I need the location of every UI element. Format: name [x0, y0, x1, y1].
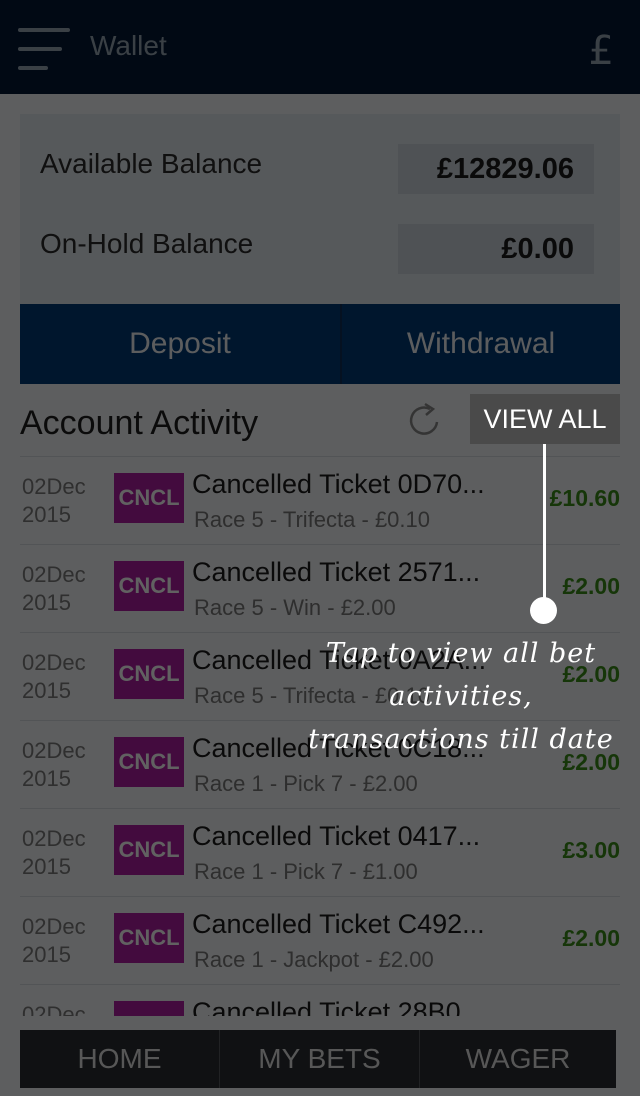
- activity-row[interactable]: 02Dec 2015 CNCL Cancelled Ticket C492... Rac…: [20, 896, 620, 985]
- row-date: 02Dec 2015: [22, 561, 112, 617]
- activity-row[interactable]: 02Dec 2015 CNCL Cancelled Ticket 2571... Rac…: [20, 544, 620, 633]
- row-amount: £2.00: [562, 925, 620, 951]
- onhold-balance-label: On-Hold Balance: [40, 228, 254, 259]
- row-subtitle: Race 1 - Pick 7 - £2.00: [194, 771, 418, 796]
- status-badge: CNCL: [114, 825, 184, 875]
- row-title: Cancelled Ticket 0D70...: [192, 469, 485, 499]
- row-date-year: 2015: [22, 590, 71, 615]
- available-balance-label: Available Balance: [40, 148, 263, 179]
- nav-wager[interactable]: WAGER: [420, 1030, 616, 1088]
- currency-pound-icon[interactable]: £: [589, 28, 614, 74]
- row-date-day: 02Dec: [22, 650, 86, 675]
- refresh-icon[interactable]: [404, 400, 444, 440]
- row-subtitle: Race 5 - Trifecta - £0.10: [194, 507, 430, 532]
- row-date-day: 02Dec: [22, 826, 86, 851]
- withdrawal-button[interactable]: Withdrawal: [342, 304, 620, 384]
- status-badge: CNCL: [114, 561, 184, 611]
- row-subtitle: Race 1 - Jackpot - £2.00: [194, 947, 434, 972]
- coach-mark-dot: [530, 597, 557, 624]
- row-date: 02Dec 2015: [22, 737, 112, 793]
- coach-mark-line-3: transactions till date: [308, 724, 614, 755]
- row-date-day: 02Dec: [22, 914, 86, 939]
- row-date: 02Dec 2015: [22, 649, 112, 705]
- activity-row[interactable]: 02Dec Cancelled Ticket 28B0: [20, 984, 620, 1016]
- status-badge: CNCL: [114, 913, 184, 963]
- row-date-year: 2015: [22, 502, 71, 527]
- row-date-day: 02Dec: [22, 1002, 86, 1016]
- deposit-button[interactable]: Deposit: [20, 304, 340, 384]
- row-amount: £10.60: [549, 485, 620, 511]
- nav-my-bets[interactable]: MY BETS: [220, 1030, 419, 1088]
- hamburger-menu-icon[interactable]: [18, 28, 70, 70]
- status-badge: [114, 1001, 184, 1016]
- view-all-highlight[interactable]: VIEW ALL: [470, 394, 620, 444]
- status-badge: CNCL: [114, 473, 184, 523]
- row-date: 02Dec 2015: [22, 473, 112, 529]
- row-title: Cancelled Ticket 28B0: [192, 997, 461, 1016]
- balance-card: Available Balance £12829.06 On-Hold Bala…: [20, 114, 620, 304]
- row-date-year: 2015: [22, 766, 71, 791]
- status-badge: CNCL: [114, 649, 184, 699]
- onhold-balance-value: £0.00: [398, 224, 594, 274]
- available-balance-value: £12829.06: [398, 144, 594, 194]
- row-date-day: 02Dec: [22, 738, 86, 763]
- activity-row[interactable]: 02Dec 2015 CNCL Cancelled Ticket 0D70... Rac…: [20, 456, 620, 545]
- row-date: 02Dec 2015: [22, 913, 112, 969]
- coach-mark-line-2: activities,: [389, 681, 533, 712]
- row-date-day: 02Dec: [22, 562, 86, 587]
- row-date-year: 2015: [22, 854, 71, 879]
- coach-mark-line-1: Tap to view all bet: [325, 638, 597, 669]
- row-subtitle: Race 5 - Win - £2.00: [194, 595, 396, 620]
- status-badge: CNCL: [114, 737, 184, 787]
- row-title: Cancelled Ticket C492...: [192, 909, 485, 939]
- row-date-day: 02Dec: [22, 474, 86, 499]
- activity-row[interactable]: 02Dec 2015 CNCL Cancelled Ticket 0417... Rac…: [20, 808, 620, 897]
- row-subtitle: Race 1 - Pick 7 - £1.00: [194, 859, 418, 884]
- account-activity-title: Account Activity: [20, 404, 259, 442]
- wallet-actions: Deposit Withdrawal: [20, 304, 620, 384]
- row-date-year: 2015: [22, 942, 71, 967]
- row-amount: £3.00: [562, 837, 620, 863]
- row-date: 02Dec: [22, 1001, 112, 1016]
- coach-mark-text: Tap to view all bet activities, transact…: [296, 632, 626, 761]
- row-title: Cancelled Ticket 2571...: [192, 557, 481, 587]
- app-header: Wallet £: [0, 0, 640, 94]
- row-title: Cancelled Ticket 0417...: [192, 821, 481, 851]
- bottom-nav: HOME MY BETS WAGER: [20, 1030, 616, 1088]
- row-date: 02Dec 2015: [22, 825, 112, 881]
- page-title: Wallet: [90, 30, 167, 61]
- coach-mark-pointer: [543, 444, 546, 604]
- nav-home[interactable]: HOME: [20, 1030, 219, 1088]
- row-date-year: 2015: [22, 678, 71, 703]
- row-amount: £2.00: [562, 573, 620, 599]
